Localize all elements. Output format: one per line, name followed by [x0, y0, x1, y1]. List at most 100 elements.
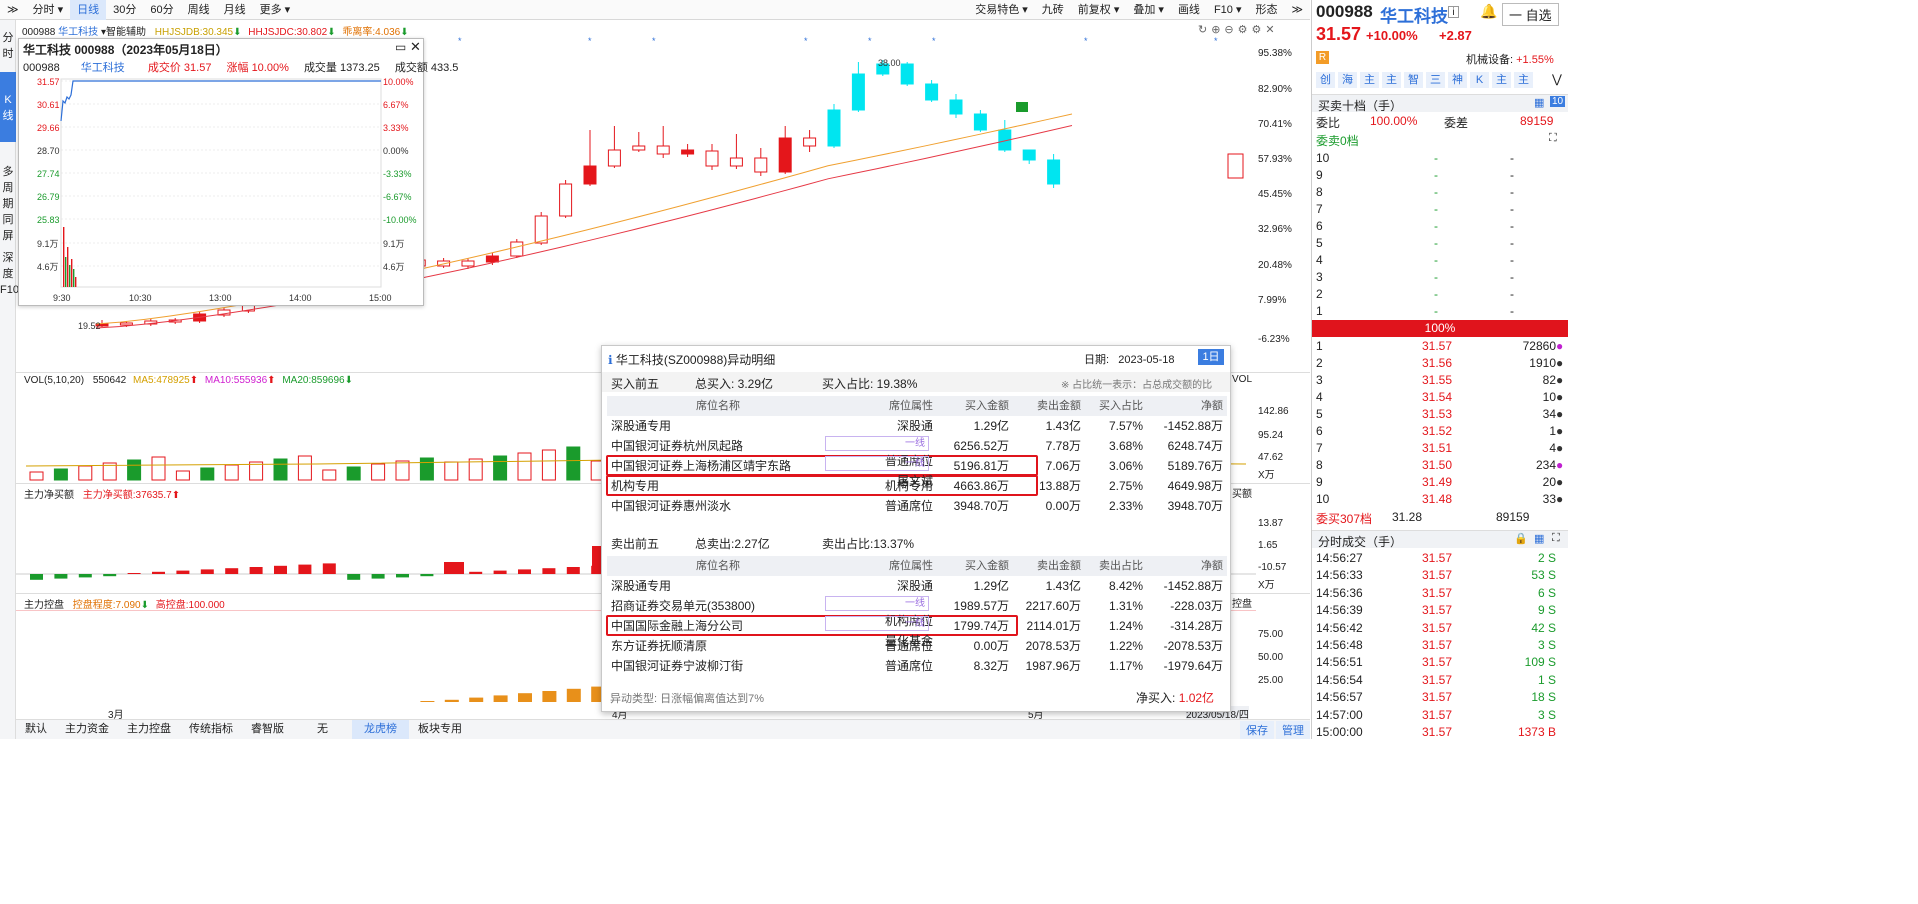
sidebar-deep-f10[interactable]: 深度F10 — [0, 242, 19, 332]
seat-tier-badge[interactable]: 一线 — [825, 456, 929, 471]
sidebar-kline[interactable]: K线 — [0, 72, 16, 142]
sidebar-multi-period[interactable]: 多周期同屏 — [0, 142, 16, 242]
column-header[interactable]: 买入占比 — [1081, 396, 1143, 416]
day-select-button[interactable]: 1日 — [1198, 349, 1224, 365]
seat-name[interactable]: 中国国际金融上海分公司 — [607, 616, 825, 636]
tab-weekly[interactable]: 周线 — [181, 0, 217, 20]
column-header[interactable]: 净额 — [1143, 556, 1223, 576]
price-scale-tick: 45.45% — [1258, 189, 1292, 200]
sell-table-row[interactable]: 深股通专用 深股通 1.29亿 1.43亿 8.42% -1452.88万 — [607, 576, 1227, 596]
concept-tag[interactable]: 主 — [1514, 72, 1533, 88]
tab-30min[interactable]: 30分 — [106, 0, 143, 20]
column-header[interactable]: 买入金额 — [937, 396, 1009, 416]
bell-icon[interactable]: 🔔 — [1480, 3, 1497, 20]
concept-tag[interactable]: K — [1470, 72, 1489, 88]
expand-icon[interactable]: ⛶ — [1549, 132, 1557, 145]
buy-table-row[interactable]: 深股通专用 深股通 1.29亿 1.43亿 7.57% -1452.88万 — [607, 416, 1227, 436]
collapse-icon[interactable]: ≫ — [0, 0, 26, 20]
tab-monthly[interactable]: 月线 — [217, 0, 253, 20]
adjust-menu[interactable]: 前复权 ▾ — [1071, 0, 1127, 20]
f10-menu[interactable]: F10 ▾ — [1207, 0, 1249, 20]
trade-feature-menu[interactable]: 交易特色 ▾ — [968, 0, 1035, 20]
sidebar-fenshi[interactable]: 分时 — [0, 20, 16, 72]
popup-scale-right: 10.00% — [383, 77, 414, 87]
seat-name[interactable]: 深股通专用 — [607, 576, 825, 596]
seat-tier-badge[interactable]: 一线 — [825, 436, 929, 451]
column-header[interactable]: 卖出占比 — [1081, 556, 1143, 576]
seat-attribute: 一线 量化基金 — [825, 616, 937, 648]
nine-brick-button[interactable]: 九砖 — [1035, 0, 1071, 20]
manage-button[interactable]: 管理 — [1276, 721, 1310, 739]
intraday-popup[interactable]: 华工科技 000988（2023年05月18日） ▭ ✕ 000988 华工科技… — [18, 38, 458, 306]
expand-icon[interactable]: ⛶ — [1552, 532, 1560, 545]
sell-table-row[interactable]: 东方证券抚顺清原 普通席位 0.00万 2078.53万 1.22% -2078.53万 — [607, 636, 1227, 656]
seat-name[interactable]: 中国银河证券上海杨浦区靖宇东路 — [607, 456, 825, 476]
tab-sector[interactable]: 板块专用 — [409, 720, 471, 739]
tab-fenshi[interactable]: 分时 ▾ — [26, 0, 71, 20]
seat-name[interactable]: 东方证券抚顺清原 — [607, 636, 825, 656]
seat-name[interactable]: 机构专用 — [607, 476, 825, 496]
grid-icon[interactable]: ▦ — [1534, 96, 1544, 109]
buy-table-row[interactable]: 中国银河证券惠州淡水 普通席位 3948.70万 0.00万 2.33% 3948.70万 — [607, 496, 1227, 516]
seat-name[interactable]: 深股通专用 — [607, 416, 825, 436]
column-header[interactable]: 席位名称 — [607, 396, 825, 416]
seat-tier-badge[interactable]: 一线 — [825, 596, 929, 611]
concept-tag[interactable]: 三 — [1426, 72, 1445, 88]
tab-smart[interactable]: 睿智版 — [242, 720, 293, 739]
tab-60min[interactable]: 60分 — [143, 0, 180, 20]
chevron-down-icon[interactable]: ⋁ — [1552, 72, 1562, 86]
tab-dragon-tiger[interactable]: 龙虎榜 — [352, 720, 409, 739]
level10-button[interactable]: 10 — [1550, 96, 1566, 107]
seat-name[interactable]: 中国银河证券惠州淡水 — [607, 496, 825, 516]
seat-name[interactable]: 招商证券交易单元(353800) — [607, 596, 825, 616]
column-header[interactable]: 席位属性 — [825, 556, 937, 576]
concept-tag[interactable]: 主 — [1382, 72, 1401, 88]
seat-name[interactable]: 中国银河证券杭州凤起路 — [607, 436, 825, 456]
concept-tag[interactable]: 创 — [1316, 72, 1335, 88]
info-icon[interactable]: i — [1448, 6, 1459, 18]
tab-none[interactable]: 无 — [293, 720, 352, 739]
draw-line-button[interactable]: 画线 — [1171, 0, 1207, 20]
pattern-button[interactable]: 形态 — [1248, 0, 1284, 20]
overlay-menu[interactable]: 叠加 ▾ — [1126, 0, 1171, 20]
vol-scale-tick: 47.62 — [1258, 452, 1284, 463]
tab-more[interactable]: 更多 ▾ — [253, 0, 298, 20]
sell-table-row[interactable]: 中国国际金融上海分公司 一线 量化基金 1799.74万 2114.01万 1.24% -3… — [607, 616, 1227, 648]
close-icon[interactable]: ✕ — [410, 39, 421, 55]
add-watchlist-button[interactable]: 一 自选 — [1502, 3, 1559, 26]
save-button[interactable]: 保存 — [1240, 721, 1274, 739]
tab-main-fund[interactable]: 主力资金 — [56, 720, 118, 739]
candle-body — [949, 99, 963, 115]
sell-table-row[interactable]: 招商证券交易单元(353800) 一线 机构席位 1989.57万 2217.60万 1.… — [607, 596, 1227, 628]
lock-icon[interactable]: 🔒 — [1514, 532, 1528, 545]
column-header[interactable]: 买入金额 — [937, 556, 1009, 576]
intraday-volume-bar — [75, 277, 77, 287]
wb-row: 委比 100.00% 委差 89159 — [1316, 114, 1554, 130]
sector-row[interactable]: 机械设备: +1.55% — [1466, 51, 1554, 67]
column-header[interactable]: 卖出金额 — [1009, 556, 1081, 576]
concept-tag[interactable]: 主 — [1360, 72, 1379, 88]
column-header[interactable]: 卖出金额 — [1009, 396, 1081, 416]
column-header[interactable]: 净额 — [1143, 396, 1223, 416]
seat-tier-badge[interactable]: 一线 — [825, 616, 929, 631]
concept-tag[interactable]: 神 — [1448, 72, 1467, 88]
concept-tag[interactable]: 海 — [1338, 72, 1357, 88]
tab-traditional[interactable]: 传统指标 — [180, 720, 242, 739]
column-header[interactable]: 席位属性 — [825, 396, 937, 416]
minimize-icon[interactable]: ▭ — [395, 40, 406, 54]
buy-table-row[interactable]: 中国银河证券杭州凤起路 一线 普通席位 6256.52万 7.78万 3.68% 6248.… — [607, 436, 1227, 468]
quote-name[interactable]: 华工科技 — [1380, 2, 1448, 27]
buy-table-row[interactable]: 中国银河证券上海杨浦区靖宇东路 一线 屠文斌 5196.81万 7.06万 3.06% 51… — [607, 456, 1227, 488]
grid-icon[interactable]: ▦ — [1534, 532, 1544, 545]
tab-main-control[interactable]: 主力控盘 — [118, 720, 180, 739]
tab-daily[interactable]: 日线 — [70, 0, 107, 20]
concept-tag[interactable]: 主 — [1492, 72, 1511, 88]
concept-tag[interactable]: 智 — [1404, 72, 1423, 88]
tab-default[interactable]: 默认 — [16, 720, 56, 739]
sell-table-row[interactable]: 中国银河证券宁波柳汀街 普通席位 8.32万 1987.96万 1.17% -1979.6… — [607, 656, 1227, 676]
expand-icon[interactable]: ≫ — [1284, 0, 1310, 20]
buy-table-row[interactable]: 机构专用 机构专用 4663.86万 13.88万 2.75% 4649.98万 — [607, 476, 1227, 496]
candle-body — [632, 145, 646, 151]
column-header[interactable]: 席位名称 — [607, 556, 825, 576]
seat-name[interactable]: 中国银河证券宁波柳汀街 — [607, 656, 825, 676]
